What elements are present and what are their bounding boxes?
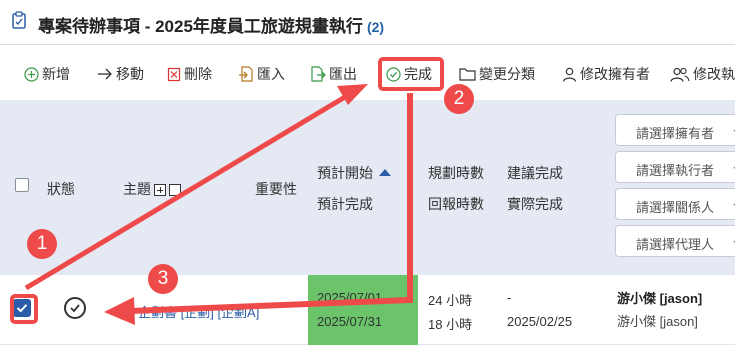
related-filter-select[interactable]: 請選擇關係人 [615,188,735,220]
title-bar: 專案待辦事項 - 2025年度員工旅遊規畫執行 (2) [0,0,735,45]
row-owner-main: 游小傑 [jason] [617,291,703,306]
row-actual-complete: 2025/02/25 [507,314,573,329]
column-suggest-complete[interactable]: 建議完成 [507,163,563,183]
row-plan-hours: 24 小時 [428,293,473,308]
page-title: 專案待辦事項 - 2025年度員工旅遊規畫執行 (2) [38,17,385,36]
collapse-icon[interactable] [169,184,181,196]
move-button[interactable]: 移動 [97,64,144,84]
subject-label: 主題 [123,181,151,197]
row-report-hours: 18 小時 [428,317,473,332]
export-icon [311,66,326,82]
row-subject-link[interactable]: 企劃書 [企劃] [企劃A] [138,302,259,321]
export-button[interactable]: 匯出 [310,64,357,84]
add-label: 新增 [42,66,70,82]
complete-status-icon[interactable] [64,297,86,319]
agent-filter-select[interactable]: 請選擇代理人 [615,225,735,257]
select-all-checkbox[interactable] [15,178,29,192]
import-button[interactable]: 匯入 [238,64,285,84]
row-suggest-complete: - [507,290,512,305]
executor-filter-select[interactable]: 請選擇執行者 [615,151,735,183]
expand-icon[interactable] [154,184,166,196]
arrow-right-icon [98,68,112,80]
delete-button[interactable]: 刪除 [167,64,212,84]
annotation-box-checkbox [10,294,38,324]
owner-filter-select[interactable]: 請選擇擁有者 [615,114,735,146]
export-label: 匯出 [329,66,357,82]
move-label: 移動 [116,66,144,82]
import-label: 匯入 [257,66,285,82]
column-status[interactable]: 狀態 [47,179,75,199]
users-icon [670,67,690,82]
column-plan-start[interactable]: 預計開始 [317,163,391,183]
change-owner-button[interactable]: 修改擁有者 [562,64,650,84]
column-importance[interactable]: 重要性 [255,179,297,199]
column-actual-complete[interactable]: 實際完成 [507,194,563,214]
change-executor-label: 修改執 [693,66,735,82]
change-category-label: 變更分類 [479,66,535,82]
annotation-box-complete [378,57,444,91]
change-owner-label: 修改擁有者 [580,66,650,82]
step-badge-3: 3 [148,264,178,294]
sort-ascending-icon [379,169,391,176]
user-icon [562,67,577,82]
date-cell-highlight [308,275,418,345]
change-executor-button[interactable]: 修改執 [670,64,735,84]
row-plan-start: 2025/07/01 [317,290,383,305]
step-badge-2: 2 [444,84,474,114]
column-plan-hours[interactable]: 規劃時數 [428,163,484,183]
row-owner-sub: 游小傑 [jason] [617,314,698,329]
plan-start-label: 預計開始 [317,165,373,181]
row-plan-complete: 2025/07/31 [317,314,383,329]
column-report-hours[interactable]: 回報時數 [428,194,484,214]
add-button[interactable]: 新增 [24,64,70,84]
column-subject[interactable]: 主題 [123,179,181,199]
delete-label: 刪除 [184,66,212,82]
delete-icon [167,67,181,81]
plus-circle-icon [24,66,39,82]
change-category-button[interactable]: 變更分類 [459,64,535,84]
step-badge-1: 1 [27,229,57,259]
item-count: (2) [366,19,385,35]
import-icon [239,66,253,82]
column-plan-complete[interactable]: 預計完成 [317,194,373,214]
check-icon [70,304,80,313]
clipboard-icon [12,11,26,29]
folder-icon [459,68,476,81]
toolbar: 新增 移動 刪除 匯入 匯出 完成 變更分類 修改擁有者 修改執 [0,46,735,100]
